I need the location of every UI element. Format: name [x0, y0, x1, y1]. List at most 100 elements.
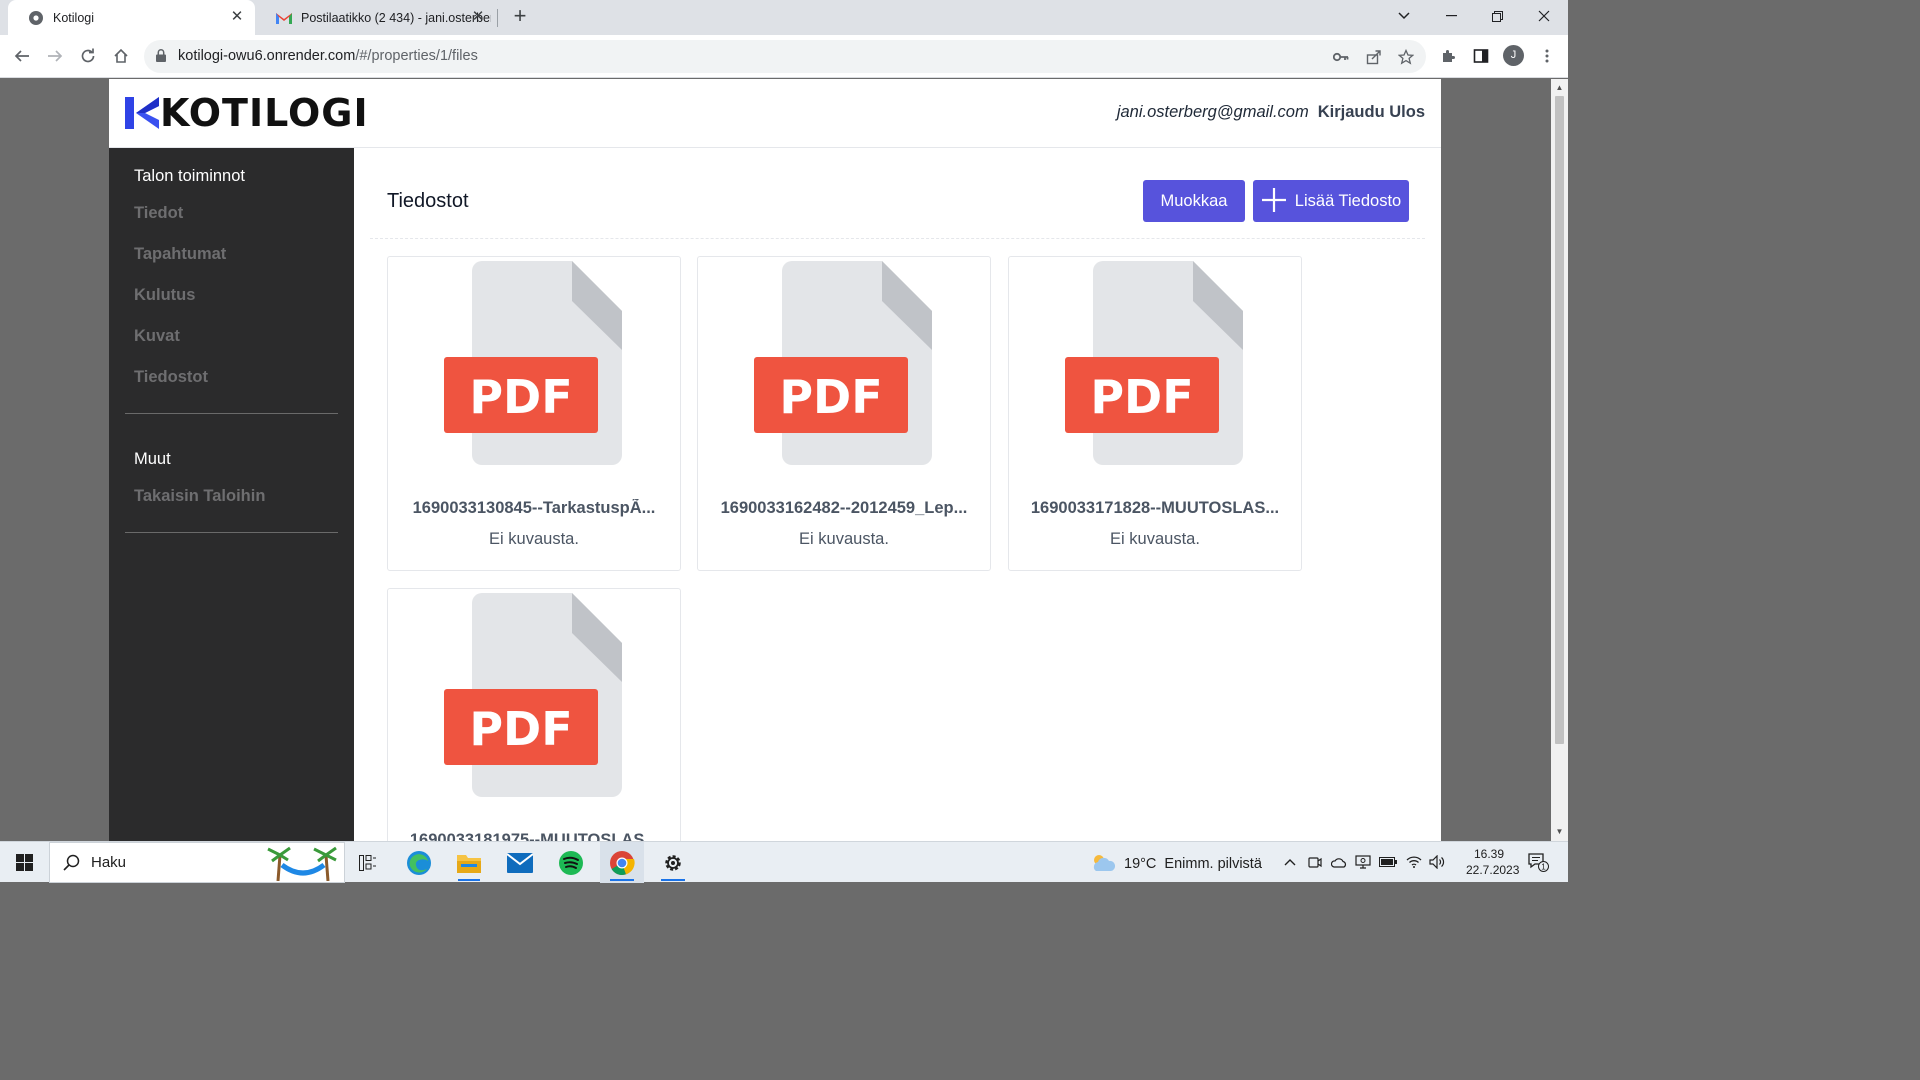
file-card[interactable]: PDF 1690033171828--MUUTOSLAS... Ei kuvau…: [1008, 256, 1302, 571]
side-panel-icon[interactable]: [1469, 44, 1493, 68]
mail-icon[interactable]: [499, 842, 541, 883]
forward-icon[interactable]: [43, 44, 67, 68]
edit-button[interactable]: Muokkaa: [1143, 180, 1245, 222]
onedrive-cloud-icon[interactable]: [1330, 853, 1348, 871]
weather-widget[interactable]: 19°C Enimm. pilvistä: [1090, 852, 1262, 876]
svg-text:PDF: PDF: [1090, 370, 1193, 424]
minimize-icon[interactable]: [1428, 0, 1474, 32]
tab-title: Postilaatikko (2 434) - jani.osterberg: [301, 10, 491, 25]
sidebar-divider: [125, 413, 338, 414]
windows-taskbar: Haku 19°C Enimm. pilvistä 16.39 22.7.202…: [0, 841, 1568, 883]
windows-start-icon[interactable]: [0, 842, 49, 883]
user-email: jani.osterberg@gmail.com: [1116, 103, 1309, 121]
file-description: Ei kuvausta.: [799, 530, 889, 548]
show-hidden-icons-chevron-icon[interactable]: [1281, 853, 1299, 871]
update-monitor-icon[interactable]: [1354, 853, 1372, 871]
sidebar-item-tiedostot[interactable]: Tiedostot: [134, 368, 208, 387]
sidebar-item-kuvat[interactable]: Kuvat: [134, 327, 180, 346]
share-icon[interactable]: [1365, 48, 1383, 66]
cloudy-weather-icon: [1090, 852, 1116, 876]
user-info: jani.osterberg@gmail.com Kirjaudu Ulos: [1117, 103, 1425, 122]
svg-text:PDF: PDF: [469, 370, 572, 424]
sidebar-item-back-to-houses[interactable]: Takaisin Taloihin: [134, 487, 265, 506]
taskbar-clock[interactable]: 16.39 22.7.2023: [1466, 846, 1520, 878]
search-label: Haku: [91, 854, 127, 871]
sidebar-heading-other: Muut: [134, 450, 171, 468]
address-bar[interactable]: kotilogi-owu6.onrender.com/#/properties/…: [144, 40, 1426, 73]
lock-icon[interactable]: [156, 49, 166, 67]
pdf-file-icon: PDF: [444, 261, 622, 465]
reload-icon[interactable]: [76, 44, 100, 68]
url-text[interactable]: kotilogi-owu6.onrender.com/#/properties/…: [178, 48, 478, 64]
tab-separator: [497, 9, 498, 27]
weather-temperature: 19°C: [1124, 856, 1157, 872]
title-divider: [370, 238, 1425, 239]
task-view-icon[interactable]: [348, 842, 388, 883]
tab-search-icon[interactable]: [1381, 0, 1427, 32]
pdf-file-icon: PDF: [754, 261, 932, 465]
edge-browser-icon[interactable]: [398, 842, 440, 883]
file-description: Ei kuvausta.: [489, 530, 579, 548]
kotilogi-app: KOTILOGI jani.osterberg@gmail.com Kirjau…: [109, 79, 1441, 841]
new-tab-icon[interactable]: +: [509, 5, 531, 28]
clock-time: 16.39: [1473, 847, 1505, 861]
scroll-down-arrow-icon[interactable]: ▼: [1555, 827, 1564, 836]
notification-count: 1: [1541, 862, 1546, 871]
browser-toolbar: kotilogi-owu6.onrender.com/#/properties/…: [0, 35, 1568, 78]
close-tab-icon[interactable]: ✕: [470, 9, 486, 25]
home-icon[interactable]: [109, 44, 133, 68]
add-file-button[interactable]: Lisää Tiedosto: [1253, 180, 1409, 222]
page-viewport: KOTILOGI jani.osterberg@gmail.com Kirjau…: [0, 79, 1568, 841]
gmail-icon: [276, 10, 292, 26]
battery-icon[interactable]: [1379, 853, 1397, 871]
logout-link[interactable]: Kirjaudu Ulos: [1318, 103, 1425, 122]
sidebar-item-tiedot[interactable]: Tiedot: [134, 204, 183, 223]
plus-icon: [1261, 187, 1287, 214]
weather-condition: Enimm. pilvistä: [1164, 856, 1262, 872]
close-window-icon[interactable]: [1521, 0, 1567, 32]
globe-icon: [28, 10, 44, 26]
settings-gear-icon[interactable]: [651, 842, 695, 883]
file-name[interactable]: 1690033171828--MUUTOSLAS...: [1009, 499, 1301, 518]
extensions-icon[interactable]: [1436, 44, 1460, 68]
file-explorer-icon[interactable]: [448, 842, 490, 883]
svg-text:PDF: PDF: [779, 370, 882, 424]
profile-avatar[interactable]: J: [1503, 45, 1524, 66]
file-name[interactable]: 1690033162482--2012459_Lep...: [698, 499, 990, 518]
sidebar-item-tapahtumat[interactable]: Tapahtumat: [134, 245, 226, 264]
search-icon: [63, 854, 80, 876]
page-scrollbar[interactable]: ▲ ▼: [1551, 79, 1568, 841]
restore-icon[interactable]: [1474, 0, 1520, 32]
hammock-illustration-icon: [266, 845, 340, 886]
page-title: Tiedostot: [387, 190, 469, 212]
browser-tab-gmail[interactable]: Postilaatikko (2 434) - jani.osterberg ✕: [256, 0, 496, 35]
file-name[interactable]: 1690033130845--TarkastuspÃ...: [388, 499, 680, 518]
sidebar-item-kulutus[interactable]: Kulutus: [134, 286, 195, 305]
scroll-up-arrow-icon[interactable]: ▲: [1555, 83, 1564, 92]
main-content: Tiedostot Muokkaa Lisää Tiedosto PDF 169…: [354, 148, 1441, 841]
clock-date: 22.7.2023: [1466, 863, 1520, 877]
close-tab-icon[interactable]: ✕: [229, 9, 245, 25]
svg-text:PDF: PDF: [469, 702, 572, 756]
volume-icon[interactable]: [1428, 853, 1446, 871]
meet-now-icon[interactable]: [1306, 853, 1324, 871]
back-icon[interactable]: [10, 44, 34, 68]
file-name[interactable]: 1690033181975--MUUTOSLAS...: [388, 831, 680, 841]
chrome-icon[interactable]: [600, 842, 644, 883]
key-icon[interactable]: [1332, 48, 1350, 66]
spotify-icon[interactable]: [550, 842, 592, 883]
browser-tab-kotilogi[interactable]: Kotilogi ✕: [8, 0, 255, 35]
file-description: Ei kuvausta.: [1110, 530, 1200, 548]
taskbar-search[interactable]: Haku: [49, 842, 345, 883]
file-card[interactable]: PDF 1690033162482--2012459_Lep... Ei kuv…: [697, 256, 991, 571]
sidebar-heading-house-actions: Talon toiminnot: [134, 167, 245, 185]
logo[interactable]: KOTILOGI: [125, 93, 369, 133]
file-card[interactable]: PDF 1690033181975--MUUTOSLAS...: [387, 588, 681, 841]
chrome-menu-icon[interactable]: [1535, 44, 1559, 68]
logo-mark-icon: [125, 97, 159, 129]
wifi-icon[interactable]: [1405, 853, 1423, 871]
bookmark-star-icon[interactable]: [1397, 48, 1415, 66]
notification-center-icon[interactable]: 1: [1525, 853, 1551, 872]
scrollbar-thumb[interactable]: [1555, 96, 1564, 744]
file-card[interactable]: PDF 1690033130845--TarkastuspÃ... Ei kuv…: [387, 256, 681, 571]
